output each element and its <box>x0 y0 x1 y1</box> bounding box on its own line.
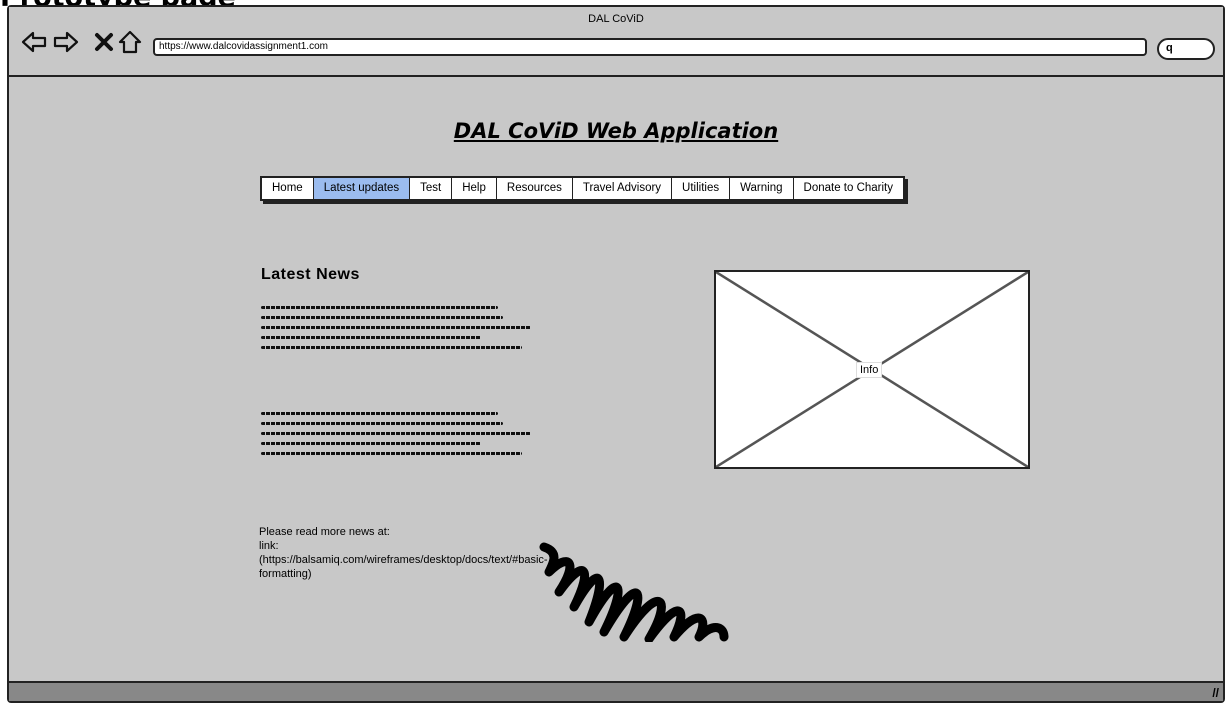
menu-item-home[interactable]: Home <box>262 178 314 199</box>
main-menu: Home Latest updates Test Help Resources Trave… <box>260 176 906 201</box>
news-paragraph-1 <box>261 299 536 356</box>
forward-arrow-icon[interactable] <box>53 29 79 55</box>
page-content: DAL CoViD Web Application Home Latest upd… <box>9 77 1223 681</box>
image-placeholder: Info <box>714 270 1030 469</box>
close-icon[interactable] <box>91 29 117 55</box>
read-more-text: Please read more news at: link: (https:/… <box>259 526 548 580</box>
menu-item-utilities[interactable]: Utilities <box>672 178 731 199</box>
browser-titlebar: DAL CoViD https://www.dalcovidassignment… <box>9 7 1223 77</box>
news-heading: Latest News <box>261 266 360 283</box>
menu-item-test[interactable]: Test <box>410 178 453 199</box>
browser-window: DAL CoViD https://www.dalcovidassignment… <box>7 5 1225 703</box>
menu-item-donate-to-charity[interactable]: Donate to Charity <box>794 178 904 199</box>
menu-item-latest-updates[interactable]: Latest updates <box>313 178 411 199</box>
menu-item-travel-advisory[interactable]: Travel Advisory <box>573 178 673 199</box>
search-button[interactable]: q <box>1157 38 1215 60</box>
news-paragraph-2 <box>261 405 536 462</box>
search-icon: q <box>1166 42 1173 54</box>
back-arrow-icon[interactable] <box>21 29 47 55</box>
app-title: DAL CoViD Web Application <box>453 119 779 143</box>
menu-item-warning[interactable]: Warning <box>730 178 794 199</box>
image-info-label: Info <box>856 362 883 378</box>
scribble-graphic <box>539 542 729 642</box>
menu-item-resources[interactable]: Resources <box>497 178 573 199</box>
url-field[interactable]: https://www.dalcovidassignment1.com <box>153 38 1147 56</box>
home-icon[interactable] <box>117 29 143 55</box>
resize-grip-icon[interactable]: // <box>1212 686 1219 700</box>
window-title: DAL CoViD <box>588 13 644 25</box>
browser-statusbar: // <box>9 681 1223 701</box>
menu-item-help[interactable]: Help <box>452 178 497 199</box>
